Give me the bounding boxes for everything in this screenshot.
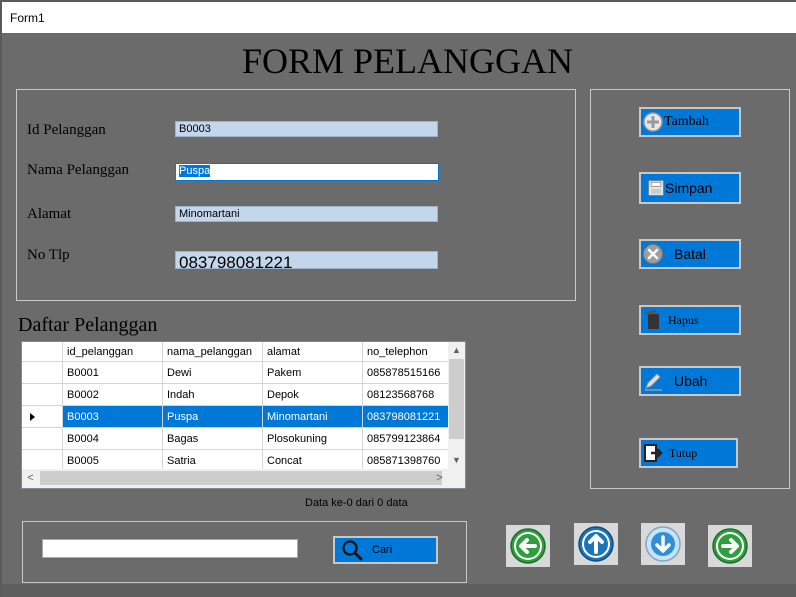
cell-telephon[interactable]: 083798081221 [362, 405, 451, 428]
cell-alamat[interactable]: Pakem [262, 361, 363, 384]
first-arrow-icon [510, 528, 546, 564]
alamat-field[interactable]: Minomartani [175, 206, 438, 222]
record-status: Data ke-0 dari 0 data [305, 497, 408, 509]
tlp-field-value: 083798081221 [179, 253, 293, 269]
tlp-field[interactable]: 083798081221 [175, 251, 438, 269]
edit-icon [645, 373, 662, 391]
exit-icon [644, 444, 663, 462]
table-row[interactable]: B0004 Bagas Plosokuning 085799123864 [22, 427, 451, 450]
hapus-button[interactable]: Hapus [639, 305, 741, 335]
row-header[interactable] [22, 383, 63, 406]
ubah-button[interactable]: Ubah [639, 366, 741, 396]
next-record-button[interactable] [641, 523, 685, 565]
cari-button[interactable]: Cari [333, 536, 438, 564]
batal-label: Batal [674, 246, 706, 262]
horizontal-scroll-thumb[interactable] [40, 471, 442, 485]
next-arrow-icon [645, 526, 681, 562]
row-header[interactable] [22, 361, 63, 384]
cell-id[interactable]: B0001 [62, 361, 163, 384]
nama-field[interactable]: Puspa [175, 163, 439, 181]
batal-button[interactable]: Batal [639, 239, 741, 269]
tutup-label: Tutup [669, 445, 698, 460]
scroll-down-icon[interactable]: ▼ [448, 452, 465, 469]
column-header-alamat[interactable]: alamat [262, 342, 363, 362]
search-input[interactable] [42, 539, 298, 558]
table-row-selected[interactable]: B0003 Puspa Minomartani 083798081221 [22, 405, 451, 428]
add-icon [643, 112, 663, 132]
cell-alamat[interactable]: Depok [262, 383, 363, 406]
id-field[interactable]: B0003 [175, 121, 438, 137]
column-header-telephon[interactable]: no_telephon [362, 342, 451, 362]
form-heading: FORM PELANGGAN [242, 41, 574, 81]
alamat-label: Alamat [27, 206, 72, 222]
cari-label: Cari [372, 544, 393, 556]
cell-telephon[interactable]: 085799123864 [362, 427, 451, 450]
cell-telephon[interactable]: 085878515166 [362, 361, 451, 384]
cell-alamat[interactable]: Minomartani [262, 405, 363, 428]
tambah-button[interactable]: Tambah [639, 107, 741, 137]
scrollbar-corner [448, 469, 465, 488]
column-header-id[interactable]: id_pelanggan [62, 342, 163, 362]
prev-record-button[interactable] [574, 523, 618, 565]
window-title: Form1 [10, 11, 45, 25]
cell-nama[interactable]: Puspa [162, 405, 263, 428]
prev-arrow-icon [578, 526, 614, 562]
alamat-field-value: Minomartani [179, 208, 240, 220]
ubah-label: Ubah [674, 373, 708, 389]
row-header[interactable] [22, 427, 63, 450]
simpan-label: Simpan [665, 180, 713, 196]
customer-grid[interactable]: id_pelanggan nama_pelanggan alamat no_te… [21, 341, 466, 489]
tlp-label: No Tlp [27, 247, 70, 263]
delete-icon [645, 309, 659, 329]
save-icon [648, 180, 664, 196]
window-bottom [2, 584, 796, 597]
row-header-corner [22, 342, 63, 362]
action-button-group [590, 89, 790, 489]
tutup-button[interactable]: Tutup [639, 438, 738, 468]
window-titlebar: Form1 [2, 2, 796, 33]
cell-alamat[interactable]: Plosokuning [262, 427, 363, 450]
simpan-button[interactable]: Simpan [639, 172, 741, 204]
vertical-scroll-thumb[interactable] [449, 359, 464, 439]
list-title: Daftar Pelanggan [18, 314, 158, 336]
current-row-arrow-icon [30, 412, 35, 421]
table-row[interactable]: B0001 Dewi Pakem 085878515166 [22, 361, 451, 384]
cell-id[interactable]: B0003 [62, 405, 163, 428]
customer-table: id_pelanggan nama_pelanggan alamat no_te… [22, 342, 451, 472]
cell-nama[interactable]: Dewi [162, 361, 263, 384]
last-arrow-icon [712, 528, 748, 564]
hapus-label: Hapus [668, 312, 699, 327]
nama-label: Nama Pelanggan [27, 162, 130, 178]
scroll-right-icon[interactable]: > [431, 469, 448, 488]
grid-vertical-scrollbar[interactable]: ▲ ▼ [448, 342, 465, 469]
scroll-up-icon[interactable]: ▲ [448, 342, 465, 359]
search-icon [342, 540, 363, 561]
cell-telephon[interactable]: 08123568768 [362, 383, 451, 406]
row-header[interactable] [22, 405, 63, 428]
tambah-label: Tambah [664, 114, 709, 129]
last-record-button[interactable] [708, 525, 752, 567]
grid-horizontal-scrollbar[interactable]: < > [22, 469, 465, 488]
table-row[interactable]: B0002 Indah Depok 08123568768 [22, 383, 451, 406]
cell-nama[interactable]: Bagas [162, 427, 263, 450]
cancel-icon [643, 244, 663, 264]
cell-id[interactable]: B0002 [62, 383, 163, 406]
id-field-value: B0003 [179, 123, 211, 135]
scroll-left-icon[interactable]: < [22, 469, 39, 488]
column-header-nama[interactable]: nama_pelanggan [162, 342, 263, 362]
first-record-button[interactable] [506, 525, 550, 567]
cell-nama[interactable]: Indah [162, 383, 263, 406]
grid-header-row: id_pelanggan nama_pelanggan alamat no_te… [22, 342, 451, 362]
id-label: Id Pelanggan [27, 122, 106, 138]
cell-id[interactable]: B0004 [62, 427, 163, 450]
nama-field-value: Puspa [179, 165, 211, 177]
